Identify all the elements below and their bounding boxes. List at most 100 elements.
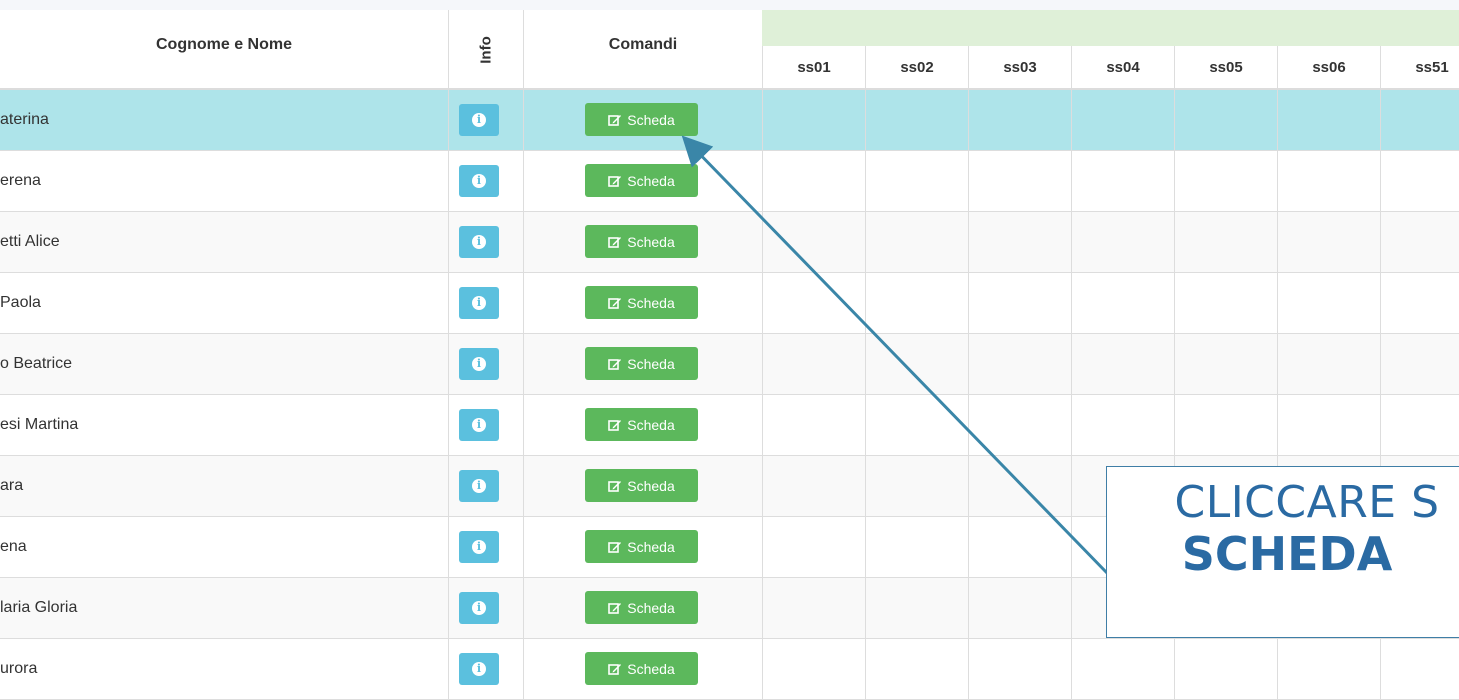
info-button[interactable]: i (459, 165, 499, 197)
session-cell[interactable] (968, 639, 1071, 699)
session-cell[interactable] (865, 151, 968, 211)
info-button[interactable]: i (459, 409, 499, 441)
session-cell[interactable] (1071, 273, 1174, 333)
session-cell[interactable] (1277, 151, 1380, 211)
edit-icon (608, 175, 622, 187)
scheda-button[interactable]: Scheda (585, 103, 698, 136)
session-cell[interactable] (968, 212, 1071, 272)
info-cell: i (448, 151, 524, 211)
session-cell[interactable] (762, 456, 865, 516)
scheda-button-label: Scheda (627, 355, 675, 372)
session-cell[interactable] (865, 334, 968, 394)
session-cell[interactable] (762, 90, 865, 150)
session-cell[interactable] (1174, 639, 1277, 699)
session-cell[interactable] (1071, 151, 1174, 211)
session-cell[interactable] (1380, 273, 1459, 333)
session-cell[interactable] (762, 273, 865, 333)
session-cell[interactable] (1380, 395, 1459, 455)
info-circle-icon: i (472, 296, 486, 310)
info-button[interactable]: i (459, 348, 499, 380)
session-cell[interactable] (762, 639, 865, 699)
scheda-button[interactable]: Scheda (585, 591, 698, 624)
instruction-callout: CLICCARE S SCHEDA (1106, 466, 1459, 638)
scheda-button[interactable]: Scheda (585, 469, 698, 502)
session-cell[interactable] (1174, 334, 1277, 394)
student-name: laria Gloria (0, 599, 78, 616)
info-button[interactable]: i (459, 226, 499, 258)
scheda-button[interactable]: Scheda (585, 530, 698, 563)
info-circle-icon: i (472, 113, 486, 127)
session-cell[interactable] (1071, 90, 1174, 150)
header-name[interactable]: Cognome e Nome (0, 36, 448, 54)
info-button[interactable]: i (459, 531, 499, 563)
session-cell[interactable] (762, 517, 865, 577)
session-cell[interactable] (865, 90, 968, 150)
session-cell[interactable] (865, 395, 968, 455)
session-cell[interactable] (1071, 334, 1174, 394)
scheda-button[interactable]: Scheda (585, 286, 698, 319)
scheda-button-label: Scheda (627, 233, 675, 250)
info-cell: i (448, 395, 524, 455)
session-cell[interactable] (865, 456, 968, 516)
scheda-button-label: Scheda (627, 599, 675, 616)
session-cell[interactable] (1277, 334, 1380, 394)
info-button[interactable]: i (459, 287, 499, 319)
session-cell[interactable] (1174, 151, 1277, 211)
session-cell[interactable] (1071, 212, 1174, 272)
session-cell[interactable] (968, 395, 1071, 455)
scheda-button[interactable]: Scheda (585, 347, 698, 380)
session-cell[interactable] (1380, 639, 1459, 699)
top-strip (0, 0, 1459, 10)
session-cell[interactable] (865, 273, 968, 333)
session-cell[interactable] (762, 578, 865, 638)
session-cell[interactable] (1277, 639, 1380, 699)
session-cell[interactable] (1174, 90, 1277, 150)
session-cell[interactable] (762, 212, 865, 272)
session-cell[interactable] (1380, 334, 1459, 394)
session-cell[interactable] (762, 334, 865, 394)
session-cell[interactable] (968, 456, 1071, 516)
student-name: aterina (0, 111, 49, 128)
session-cell[interactable] (1380, 90, 1459, 150)
commands-cell: Scheda (524, 273, 762, 333)
session-cell[interactable] (968, 578, 1071, 638)
table-row: erena i Scheda (0, 151, 1459, 212)
header-commands: Comandi (608, 36, 678, 53)
scheda-button[interactable]: Scheda (585, 652, 698, 685)
session-cell[interactable] (1380, 151, 1459, 211)
scheda-button-label: Scheda (627, 477, 675, 494)
session-cell[interactable] (1277, 212, 1380, 272)
session-cell[interactable] (1174, 273, 1277, 333)
session-cell[interactable] (1380, 212, 1459, 272)
session-cell[interactable] (1277, 395, 1380, 455)
session-cell[interactable] (968, 273, 1071, 333)
info-cell: i (448, 456, 524, 516)
info-button[interactable]: i (459, 592, 499, 624)
session-cell[interactable] (1071, 395, 1174, 455)
scheda-button[interactable]: Scheda (585, 408, 698, 441)
session-cell[interactable] (762, 151, 865, 211)
info-cell: i (448, 517, 524, 577)
scheda-button[interactable]: Scheda (585, 225, 698, 258)
session-cell[interactable] (968, 90, 1071, 150)
info-button[interactable]: i (459, 653, 499, 685)
commands-cell: Scheda (524, 456, 762, 516)
session-cell[interactable] (1071, 639, 1174, 699)
session-cell[interactable] (865, 212, 968, 272)
session-cell[interactable] (968, 334, 1071, 394)
session-cell[interactable] (968, 151, 1071, 211)
sessions-header-band (762, 10, 1459, 46)
info-button[interactable]: i (459, 470, 499, 502)
session-cell[interactable] (1174, 212, 1277, 272)
info-cell: i (448, 578, 524, 638)
session-cell[interactable] (865, 639, 968, 699)
scheda-button[interactable]: Scheda (585, 164, 698, 197)
info-button[interactable]: i (459, 104, 499, 136)
session-cell[interactable] (762, 395, 865, 455)
session-cell[interactable] (1277, 273, 1380, 333)
session-cell[interactable] (865, 578, 968, 638)
session-cell[interactable] (865, 517, 968, 577)
session-cell[interactable] (1174, 395, 1277, 455)
session-cell[interactable] (968, 517, 1071, 577)
session-cell[interactable] (1277, 90, 1380, 150)
